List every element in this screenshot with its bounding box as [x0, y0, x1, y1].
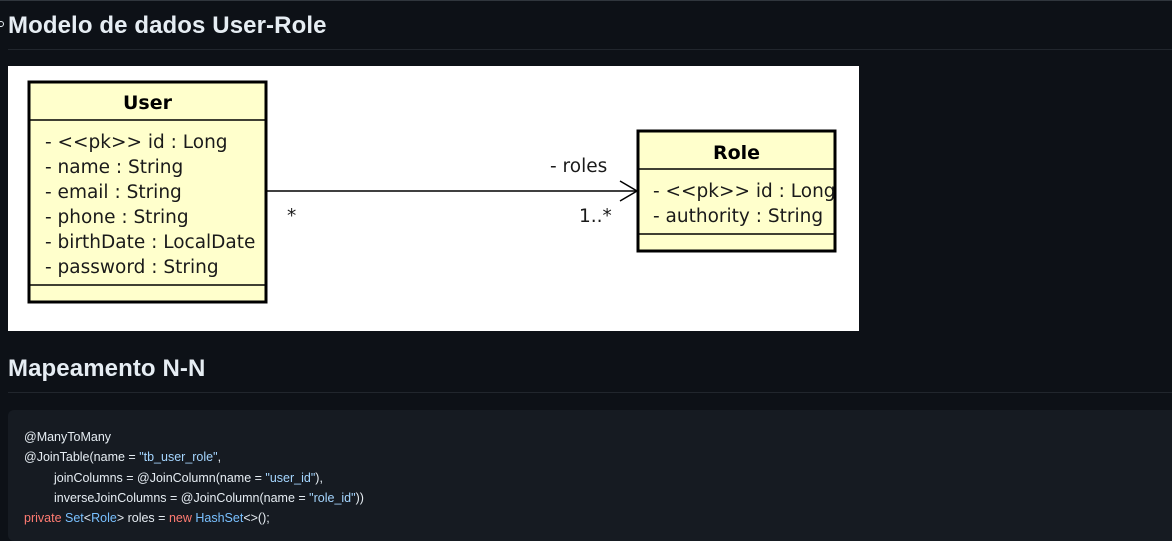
code-type: Set — [65, 511, 84, 526]
role-class-title: Role — [713, 142, 760, 164]
uml-association: - roles * 1..* — [266, 156, 639, 227]
user-class-title: User — [123, 92, 173, 114]
code-line-3: joinColumns = @JoinColumn(name = "user_i… — [24, 468, 1156, 488]
code-text: joinColumns = @JoinColumn(name = — [54, 470, 266, 485]
code-annotation: @ManyToMany — [24, 430, 112, 444]
code-keyword: private — [24, 511, 62, 526]
code-type: HashSet — [195, 511, 244, 526]
user-attr-birthdate: - birthDate : LocalDate — [45, 232, 255, 253]
code-text: , — [217, 450, 222, 465]
readme-page: Modelo de dados User-Role User - <<pk>> … — [0, 0, 1172, 541]
user-attr-name: - name : String — [45, 157, 183, 178]
association-source-multiplicity: * — [287, 206, 296, 227]
code-string: "role_id" — [309, 490, 356, 505]
code-string: "tb_user_role" — [139, 450, 218, 465]
code-line-5: private Set<Role> roles = new HashSet<>(… — [24, 508, 1156, 528]
user-attr-phone: - phone : String — [45, 207, 189, 228]
uml-diagram-image: User - <<pk>> id : Long - name : String … — [8, 66, 859, 331]
code-line-4: inverseJoinColumns = @JoinColumn(name = … — [24, 488, 1156, 508]
heading-divider — [8, 49, 1172, 50]
heading-modelo-de-dados: Modelo de dados User-Role — [8, 12, 327, 39]
code-text: < — [83, 511, 92, 526]
role-attr-id: - <<pk>> id : Long — [653, 181, 836, 202]
uml-class-user: User - <<pk>> id : Long - name : String … — [27, 80, 268, 304]
uml-class-role: Role - <<pk>> id : Long - authority : St… — [636, 129, 837, 253]
association-target-multiplicity: 1..* — [579, 206, 612, 227]
code-block[interactable]: @ManyToMany @JoinTable(name = "tb_user_r… — [8, 410, 1172, 541]
user-attr-id: - <<pk>> id : Long — [45, 132, 228, 153]
code-text: > roles = — [116, 511, 169, 526]
role-attr-authority: - authority : String — [653, 206, 823, 227]
association-role-label: - roles — [550, 156, 607, 177]
code-string: "user_id" — [265, 470, 316, 485]
heading-divider — [8, 392, 1172, 393]
code-text: inverseJoinColumns = @JoinColumn(name = — [54, 490, 310, 505]
code-text: )) — [355, 490, 364, 505]
link-anchor-icon[interactable] — [0, 21, 4, 27]
code-keyword: new — [168, 511, 192, 526]
code-text: ), — [315, 470, 323, 485]
top-divider — [0, 0, 1172, 1]
code-text: <>(); — [243, 511, 270, 526]
user-attr-email: - email : String — [45, 182, 182, 203]
heading-mapeamento: Mapeamento N-N — [8, 355, 206, 382]
code-line-2: @JoinTable(name = "tb_user_role", — [24, 447, 1156, 467]
code-line-1: @ManyToMany — [24, 427, 1156, 447]
code-type: Role — [91, 511, 117, 526]
code-text: @JoinTable(name = — [24, 450, 140, 465]
user-attr-password: - password : String — [45, 257, 219, 278]
